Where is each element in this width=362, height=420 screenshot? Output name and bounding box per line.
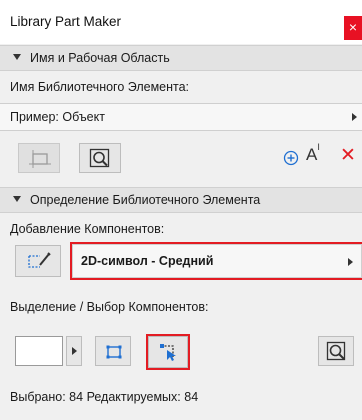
draw-component-icon [28, 252, 51, 268]
work-area-button[interactable] [18, 143, 60, 173]
library-part-name-label: Имя Библиотечного Элемента: [10, 80, 190, 94]
section-header-label: Имя и Рабочая Область [30, 51, 170, 65]
section-header-library-part-definition[interactable]: Определение Библиотечного Элемента [0, 187, 362, 213]
library-part-name-value: Пример: Объект [10, 110, 105, 124]
collapse-triangle-icon [13, 196, 21, 202]
chevron-right-icon [348, 258, 353, 266]
work-area-icon [29, 150, 51, 168]
close-button[interactable]: × [344, 16, 362, 40]
component-type-dropdown[interactable]: 2D-символ - Средний [70, 242, 362, 280]
section-header-name-work-area[interactable]: Имя и Рабочая Область [0, 45, 362, 71]
selection-swatch-arrow-button[interactable] [66, 336, 82, 366]
pick-component-icon [160, 344, 176, 361]
zoom-fit-icon [326, 341, 346, 361]
zoom-fit-button[interactable] [79, 143, 121, 173]
select-all-button[interactable] [95, 336, 131, 366]
selection-frame-icon [106, 345, 122, 359]
delete-icon[interactable]: ✕ [340, 144, 356, 167]
chevron-right-icon [72, 347, 77, 355]
add-components-label: Добавление Компонентов: [10, 222, 165, 236]
library-part-name-field[interactable]: Пример: Объект [0, 103, 362, 131]
select-components-label: Выделение / Выбор Компонентов: [10, 300, 209, 314]
window-title: Library Part Maker [10, 14, 122, 29]
add-icon[interactable] [283, 150, 299, 166]
selection-swatch-field[interactable] [15, 336, 63, 366]
chevron-right-icon [352, 113, 357, 121]
text-size-icon[interactable]: AI [306, 142, 320, 165]
add-component-button[interactable] [15, 245, 61, 277]
zoom-fit-icon [89, 148, 110, 168]
pick-component-button[interactable] [146, 334, 190, 370]
section-header-label: Определение Библиотечного Элемента [30, 193, 261, 207]
component-type-value: 2D-символ - Средний [81, 254, 214, 268]
collapse-triangle-icon [13, 54, 21, 60]
zoom-selection-button[interactable] [318, 336, 354, 366]
selection-status: Выбрано: 84 Редактируемых: 84 [10, 390, 199, 404]
